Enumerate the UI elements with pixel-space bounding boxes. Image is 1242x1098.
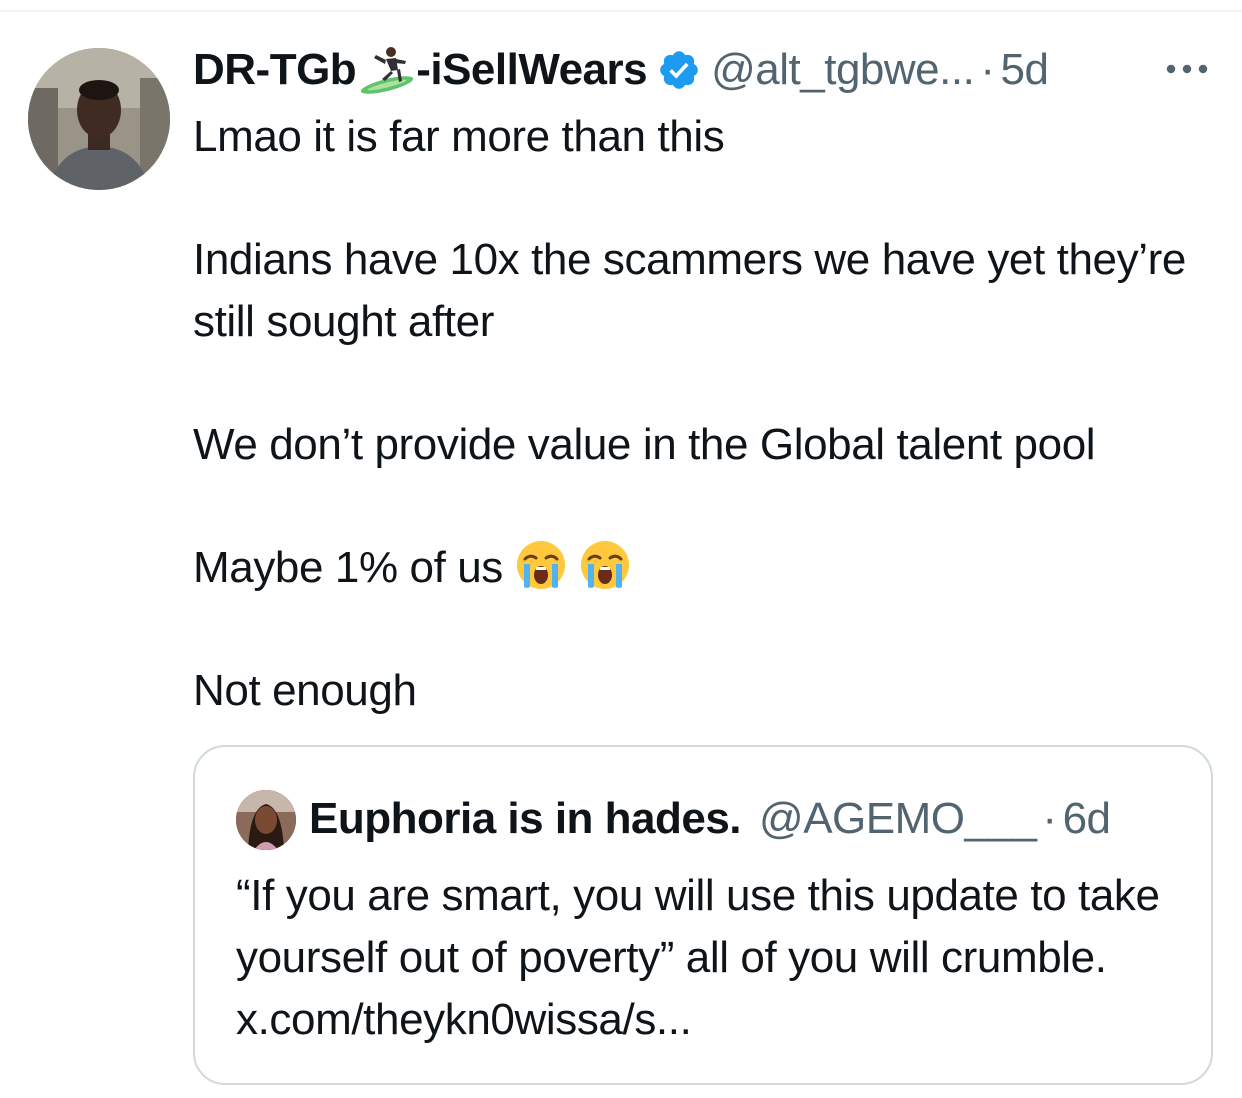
tweet-text-line: We don’t provide value in the Global tal…: [193, 419, 1096, 469]
tweet-text-line: Lmao it is far more than this: [193, 112, 725, 161]
more-options-icon: [1166, 64, 1208, 74]
quoted-author-avatar-image: [236, 790, 296, 850]
more-options-button[interactable]: [1162, 54, 1212, 84]
quoted-header-separator: ·: [1042, 794, 1057, 843]
loudly-crying-face-emoji-icon: [515, 539, 567, 591]
quoted-author-name[interactable]: Euphoria is in hades.: [309, 794, 742, 844]
quoted-tweet-header: Euphoria is in hades. @AGEMO___ · 6d: [309, 793, 1111, 845]
loudly-crying-face-emoji-icon: [579, 539, 631, 591]
author-avatar[interactable]: [28, 48, 170, 190]
quoted-tweet-card[interactable]: Euphoria is in hades. @AGEMO___ · 6d “If…: [193, 745, 1213, 1085]
header-separator: ·: [980, 45, 995, 94]
tweet-text-fragment: Maybe 1% of us: [193, 542, 503, 592]
tweet-header: DR-TGb -iSellWears @alt_tgbwe... · 5d: [193, 44, 1049, 96]
author-handle[interactable]: @alt_tgbwe...: [711, 45, 975, 95]
tweet-text-line-with-emoji: Maybe 1% of us: [193, 537, 1233, 599]
quoted-author-avatar[interactable]: [236, 790, 296, 850]
top-divider: [0, 10, 1242, 12]
tweet-text-line: Indians have 10x the scammers we have ye…: [193, 235, 1186, 346]
tweet-timestamp[interactable]: 5d: [1000, 45, 1048, 95]
quoted-author-handle[interactable]: @AGEMO___: [759, 794, 1037, 844]
tweet-text-line: Not enough: [193, 665, 417, 715]
surfer-emoji-icon: [358, 45, 416, 95]
quoted-tweet-timestamp[interactable]: 6d: [1063, 794, 1111, 844]
author-name-suffix[interactable]: -iSellWears: [416, 45, 647, 95]
author-avatar-image: [28, 48, 170, 190]
tweet-text: Lmao it is far more than this Indians ha…: [193, 106, 1233, 721]
quoted-tweet-text: “If you are smart, you will use this upd…: [236, 871, 1160, 1044]
verified-badge-icon: [657, 48, 701, 92]
author-name[interactable]: DR-TGb: [193, 45, 357, 95]
